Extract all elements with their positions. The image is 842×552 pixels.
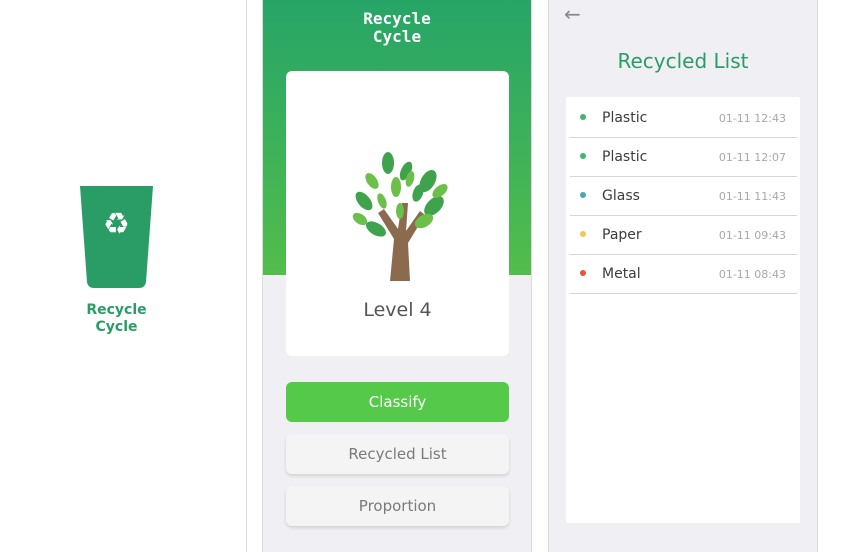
item-time: 01-11 11:43 (718, 190, 786, 203)
splash-title-line1: Recycle (86, 302, 147, 318)
item-time: 01-11 08:43 (718, 268, 786, 281)
splash-title-line2: Cycle (95, 319, 138, 335)
item-name: Plastic (602, 149, 648, 165)
list-item[interactable]: Plastic 01-11 12:07 (570, 138, 797, 177)
screen-divider (246, 0, 247, 552)
splash-screen: ♻ Recycle Cycle (0, 0, 246, 552)
recycled-list-screen: ← Recycled List Plastic 01-11 12:43 Plas… (548, 0, 818, 552)
category-dot-icon (580, 192, 586, 198)
home-screen: Recycle Cycle Level 4 Classify Recycled … (262, 0, 532, 552)
classify-button[interactable]: Classify (286, 382, 509, 422)
list-item[interactable]: Glass 01-11 11:43 (570, 177, 797, 216)
proportion-button[interactable]: Proportion (286, 486, 509, 526)
item-name: Glass (602, 188, 640, 204)
item-time: 01-11 12:07 (718, 151, 786, 164)
list-item[interactable]: Paper 01-11 09:43 (570, 216, 797, 255)
back-arrow-icon[interactable]: ← (564, 2, 581, 26)
home-title-line2: Cycle (372, 27, 422, 46)
level-label: Level 4 (363, 299, 432, 321)
item-name: Plastic (602, 110, 648, 126)
list-title: Recycled List (617, 49, 749, 73)
splash-app-title: Recycle Cycle (60, 302, 173, 336)
level-card: Level 4 (286, 71, 509, 356)
item-time: 01-11 09:43 (718, 229, 786, 242)
item-name: Paper (602, 227, 642, 243)
list-item[interactable]: Metal 01-11 08:43 (570, 255, 797, 294)
recycle-symbol-icon: ♻ (103, 207, 130, 242)
category-dot-icon (580, 270, 586, 276)
recycled-list: Plastic 01-11 12:43 Plastic 01-11 12:07 … (566, 97, 800, 523)
home-title-line1: Recycle (363, 9, 431, 28)
item-name: Metal (602, 266, 641, 282)
item-time: 01-11 12:43 (718, 112, 786, 125)
category-dot-icon (580, 153, 586, 159)
home-app-title: Recycle Cycle (263, 10, 531, 46)
recycled-list-button[interactable]: Recycled List (286, 434, 509, 474)
tree-icon (348, 151, 448, 281)
category-dot-icon (580, 231, 586, 237)
category-dot-icon (580, 114, 586, 120)
list-item[interactable]: Plastic 01-11 12:43 (570, 99, 797, 138)
